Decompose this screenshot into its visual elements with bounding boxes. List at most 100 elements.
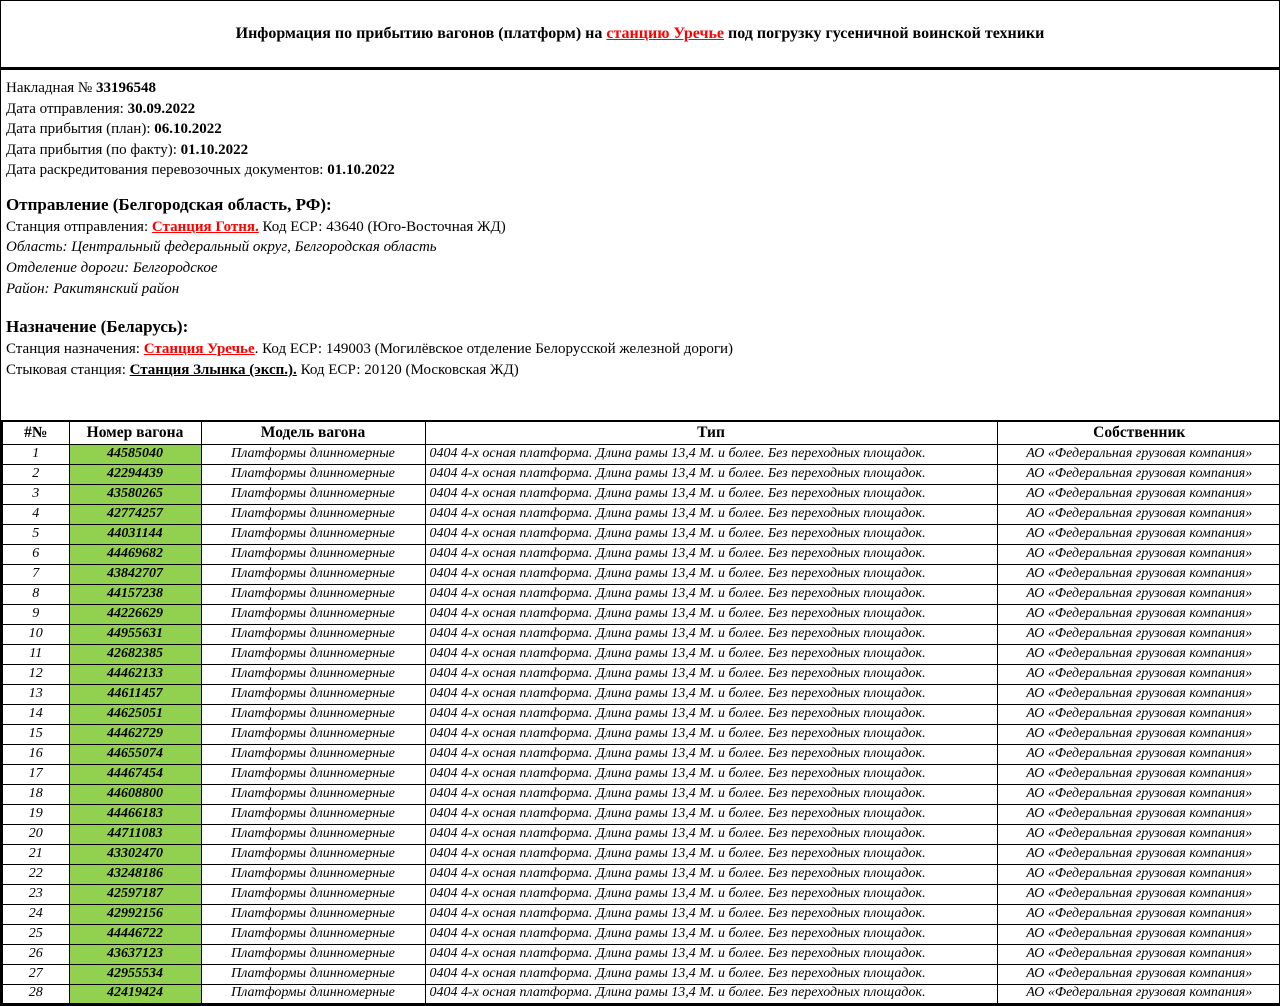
type-cell: 0404 4-х осная платформа. Длина рамы 13,…	[425, 444, 997, 464]
departure-district-line: Район: Ракитянский район	[6, 279, 1275, 300]
row-number-cell: 21	[2, 844, 69, 864]
wagon-number-cell: 44467454	[69, 764, 201, 784]
arrival-fact-value: 01.10.2022	[181, 142, 249, 158]
type-cell: 0404 4-х осная платформа. Длина рамы 13,…	[425, 744, 997, 764]
model-cell: Платформы длинномерные	[201, 444, 425, 464]
table-row: 2442992156Платформы длинномерные0404 4-х…	[2, 904, 1280, 924]
wagon-number-cell: 42774257	[69, 504, 201, 524]
owner-cell: АО «Федеральная грузовая компания»	[997, 604, 1280, 624]
wagon-number-cell: 44625051	[69, 704, 201, 724]
arrival-plan-line: Дата прибытия (план): 06.10.2022	[6, 119, 1275, 140]
type-cell: 0404 4-х осная платформа. Длина рамы 13,…	[425, 984, 997, 1004]
table-row: 844157238Платформы длинномерные0404 4-х …	[2, 584, 1280, 604]
type-cell: 0404 4-х осная платформа. Длина рамы 13,…	[425, 644, 997, 664]
wagon-number-cell: 44462729	[69, 724, 201, 744]
wagon-number-cell: 43637123	[69, 944, 201, 964]
waybill-number-value: 33196548	[96, 80, 156, 96]
junction-station-rest: Код ЕСР: 20120 (Московская ЖД)	[297, 362, 519, 378]
type-cell: 0404 4-х осная платформа. Длина рамы 13,…	[425, 724, 997, 744]
arrival-plan-value: 06.10.2022	[154, 121, 222, 137]
title-station-link[interactable]: станцию Уречье	[606, 25, 724, 42]
header-cell-type: Тип	[425, 421, 997, 444]
table-row: 743842707Платформы длинномерные0404 4-х …	[2, 564, 1280, 584]
wagon-number-cell: 42682385	[69, 644, 201, 664]
owner-cell: АО «Федеральная грузовая компания»	[997, 904, 1280, 924]
owner-cell: АО «Федеральная грузовая компания»	[997, 644, 1280, 664]
page-title: Информация по прибытию вагонов (платформ…	[236, 25, 1045, 43]
arrival-fact-line: Дата прибытия (по факту): 01.10.2022	[6, 140, 1275, 161]
table-row: 2842419424Платформы длинномерные0404 4-х…	[2, 984, 1280, 1004]
wagon-number-cell: 44031144	[69, 524, 201, 544]
owner-cell: АО «Федеральная грузовая компания»	[997, 924, 1280, 944]
model-cell: Платформы длинномерные	[201, 844, 425, 864]
header-cell-wagon-number: Номер вагона	[69, 421, 201, 444]
wagon-table: #№ Номер вагона Модель вагона Тип Собств…	[1, 420, 1280, 1005]
row-number-cell: 2	[2, 464, 69, 484]
owner-cell: АО «Федеральная грузовая компания»	[997, 544, 1280, 564]
wagon-number-cell: 44226629	[69, 604, 201, 624]
row-number-cell: 12	[2, 664, 69, 684]
type-cell: 0404 4-х осная платформа. Длина рамы 13,…	[425, 544, 997, 564]
owner-cell: АО «Федеральная грузовая компания»	[997, 724, 1280, 744]
table-row: 2044711083Платформы длинномерные0404 4-х…	[2, 824, 1280, 844]
owner-cell: АО «Федеральная грузовая компания»	[997, 524, 1280, 544]
table-row: 343580265Платформы длинномерные0404 4-х …	[2, 484, 1280, 504]
row-number-cell: 1	[2, 444, 69, 464]
model-cell: Платформы длинномерные	[201, 984, 425, 1004]
type-cell: 0404 4-х осная платформа. Длина рамы 13,…	[425, 764, 997, 784]
model-cell: Платформы длинномерные	[201, 864, 425, 884]
type-cell: 0404 4-х осная платформа. Длина рамы 13,…	[425, 684, 997, 704]
model-cell: Платформы длинномерные	[201, 624, 425, 644]
owner-cell: АО «Федеральная грузовая компания»	[997, 704, 1280, 724]
owner-cell: АО «Федеральная грузовая компания»	[997, 864, 1280, 884]
wagon-number-cell: 44608800	[69, 784, 201, 804]
row-number-cell: 24	[2, 904, 69, 924]
title-box: Информация по прибытию вагонов (платформ…	[1, 1, 1279, 70]
wagon-number-cell: 43580265	[69, 484, 201, 504]
table-row: 1744467454Платформы длинномерные0404 4-х…	[2, 764, 1280, 784]
departure-section-heading: Отправление (Белгородская область, РФ):	[6, 194, 1275, 216]
type-cell: 0404 4-х осная платформа. Длина рамы 13,…	[425, 844, 997, 864]
type-cell: 0404 4-х осная платформа. Длина рамы 13,…	[425, 924, 997, 944]
wagon-number-cell: 42992156	[69, 904, 201, 924]
document-page: Информация по прибытию вагонов (платформ…	[0, 0, 1280, 1006]
junction-station-line: Стыковая станция: Станция Злынка (эксп.)…	[6, 360, 1275, 381]
owner-cell: АО «Федеральная грузовая компания»	[997, 984, 1280, 1004]
type-cell: 0404 4-х осная платформа. Длина рамы 13,…	[425, 524, 997, 544]
destination-station-label: Станция назначения:	[6, 341, 144, 357]
table-row: 1044955631Платформы длинномерные0404 4-х…	[2, 624, 1280, 644]
departure-station-link[interactable]: Станция Готня.	[152, 219, 259, 235]
departure-station-label: Станция отправления:	[6, 219, 152, 235]
row-number-cell: 20	[2, 824, 69, 844]
table-row: 944226629Платформы длинномерные0404 4-х …	[2, 604, 1280, 624]
owner-cell: АО «Федеральная грузовая компания»	[997, 944, 1280, 964]
row-number-cell: 11	[2, 644, 69, 664]
junction-station-label: Стыковая станция:	[6, 362, 130, 378]
owner-cell: АО «Федеральная грузовая компания»	[997, 504, 1280, 524]
departure-date-value: 30.09.2022	[128, 101, 196, 117]
model-cell: Платформы длинномерные	[201, 764, 425, 784]
table-row: 544031144Платформы длинномерные0404 4-х …	[2, 524, 1280, 544]
table-row: 1344611457Платформы длинномерные0404 4-х…	[2, 684, 1280, 704]
row-number-cell: 22	[2, 864, 69, 884]
row-number-cell: 9	[2, 604, 69, 624]
arrival-fact-label: Дата прибытия (по факту):	[6, 142, 181, 158]
table-row: 144585040Платформы длинномерные0404 4-х …	[2, 444, 1280, 464]
row-number-cell: 6	[2, 544, 69, 564]
destination-station-link[interactable]: Станция Уречье	[144, 341, 255, 357]
owner-cell: АО «Федеральная грузовая компания»	[997, 824, 1280, 844]
row-number-cell: 28	[2, 984, 69, 1004]
title-part1: Информация по прибытию вагонов (платформ…	[236, 25, 607, 42]
arrival-plan-label: Дата прибытия (план):	[6, 121, 154, 137]
title-part2: под погрузку гусеничной воинской техники	[724, 25, 1044, 42]
table-row: 1844608800Платформы длинномерные0404 4-х…	[2, 784, 1280, 804]
table-row: 442774257Платформы длинномерные0404 4-х …	[2, 504, 1280, 524]
model-cell: Платформы длинномерные	[201, 664, 425, 684]
row-number-cell: 15	[2, 724, 69, 744]
row-number-cell: 26	[2, 944, 69, 964]
row-number-cell: 3	[2, 484, 69, 504]
row-number-cell: 5	[2, 524, 69, 544]
type-cell: 0404 4-х осная платформа. Длина рамы 13,…	[425, 884, 997, 904]
row-number-cell: 4	[2, 504, 69, 524]
type-cell: 0404 4-х осная платформа. Длина рамы 13,…	[425, 504, 997, 524]
